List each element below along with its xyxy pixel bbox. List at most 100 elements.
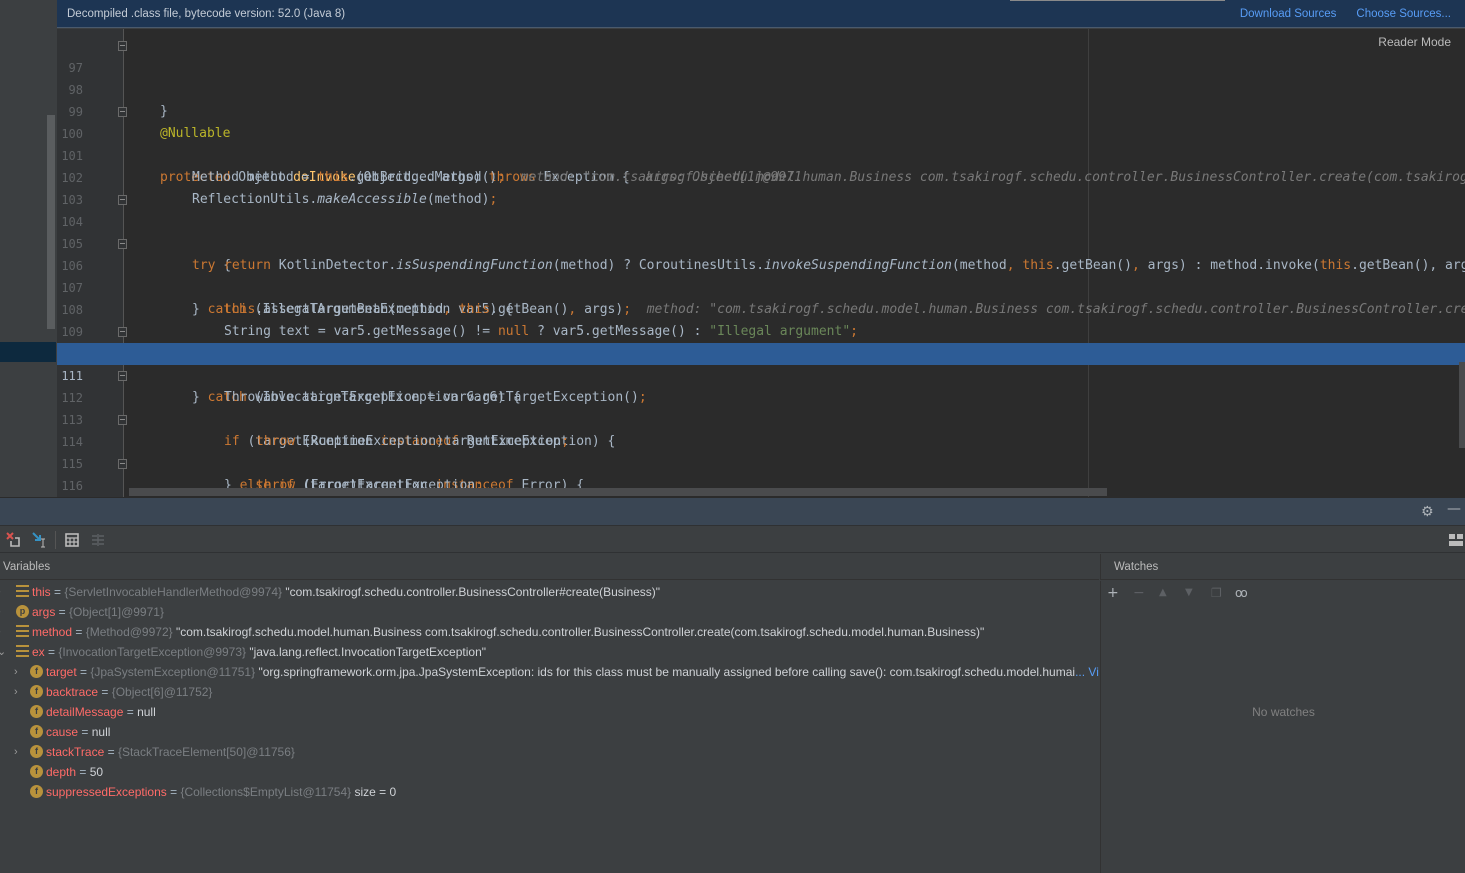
equals-sign: = bbox=[55, 605, 70, 619]
code-line: 98 bbox=[57, 57, 1465, 97]
variable-name: ex bbox=[32, 645, 45, 659]
equals-sign: = bbox=[44, 645, 59, 659]
left-side-strip bbox=[0, 0, 57, 497]
variable-value: "java.lang.reflect.InvocationTargetExcep… bbox=[249, 645, 487, 659]
equals-sign: = bbox=[76, 665, 91, 679]
variable-name: stackTrace bbox=[46, 745, 105, 759]
expand-arrow-icon[interactable]: › bbox=[0, 602, 1, 622]
variable-icon bbox=[16, 645, 29, 658]
code-line: 108 String text = var5.getMessage() != n… bbox=[57, 277, 1465, 339]
fold-end-icon[interactable] bbox=[118, 41, 127, 51]
code-line: 116 } else if (targetException instanceo… bbox=[57, 453, 1465, 493]
field-icon: f bbox=[30, 705, 43, 718]
decompiled-banner: Decompiled .class file, bytecode version… bbox=[57, 0, 1465, 28]
equals-sign: = bbox=[104, 745, 118, 759]
duplicate-watch-icon[interactable]: ❐ bbox=[1211, 584, 1222, 602]
collapse-arrow-icon[interactable]: ⌄ bbox=[0, 642, 6, 662]
code-line: 107 this.assertTargetBean(method, this.g… bbox=[57, 255, 1465, 317]
code-line: 109 throw new IllegalStateException(this… bbox=[57, 299, 1465, 361]
code-line: 105 return KotlinDetector.isSuspendingFu… bbox=[57, 211, 1465, 273]
current-execution-line: 111 Throwable targetException = var6.get… bbox=[57, 343, 1465, 405]
fold-end-icon[interactable] bbox=[118, 415, 127, 425]
field-icon: f bbox=[30, 725, 43, 738]
field-icon: f bbox=[30, 785, 43, 798]
variable-name: depth bbox=[46, 765, 77, 779]
variable-row[interactable]: › method = {Method@9972} "com.tsakirogf.s… bbox=[0, 622, 1099, 642]
variable-row[interactable]: › pargs = {Object[1]@9971} bbox=[0, 602, 1099, 622]
variable-type: {JpaSystemException@11751} bbox=[90, 665, 259, 679]
restore-layout-icon[interactable] bbox=[5, 531, 23, 549]
variable-type: {StackTraceElement[50]@11756} bbox=[117, 745, 295, 759]
fold-end-icon[interactable] bbox=[118, 459, 127, 469]
equals-sign: = bbox=[123, 705, 138, 719]
variable-row[interactable]: › f target = {JpaSystemException@11751} "o… bbox=[0, 662, 1099, 682]
execution-point-marker bbox=[0, 342, 56, 362]
variable-row[interactable]: ⌄ ex = {InvocationTargetException@9973} "… bbox=[0, 642, 1099, 662]
variable-row[interactable]: f depth = 50 bbox=[0, 762, 1099, 782]
expand-arrow-icon[interactable]: › bbox=[14, 742, 18, 762]
code-line: 110 } catch (InvocationTargetException v… bbox=[57, 321, 1465, 405]
glasses-icon[interactable]: oo bbox=[1235, 584, 1248, 602]
parameter-icon: p bbox=[16, 605, 29, 618]
variable-row[interactable]: › f backtrace = {Object[6]@11752} bbox=[0, 682, 1099, 702]
fold-start-icon[interactable] bbox=[118, 195, 127, 205]
horizontal-scrollbar[interactable] bbox=[129, 488, 1107, 496]
move-down-icon[interactable]: ▼ bbox=[1185, 584, 1193, 602]
variable-row[interactable]: f cause = null bbox=[0, 722, 1099, 742]
expand-arrow-icon[interactable]: › bbox=[0, 622, 1, 642]
variable-value: "com.tsakirogf.schedu.controller.Busines… bbox=[285, 585, 661, 599]
view-link[interactable]: ... View bbox=[1075, 665, 1099, 679]
top-scroll-indicator bbox=[1010, 0, 1225, 1]
variables-tree[interactable]: › this = {ServletInvocableHandlerMethod@9… bbox=[0, 581, 1099, 873]
expand-arrow-icon[interactable]: › bbox=[0, 582, 1, 602]
fold-end-icon[interactable] bbox=[118, 239, 127, 249]
code-line: 104 try { bbox=[57, 189, 1465, 273]
move-up-icon[interactable]: ▲ bbox=[1159, 584, 1167, 602]
equals-sign: = bbox=[78, 725, 92, 739]
variable-name: detailMessage bbox=[46, 705, 124, 719]
code-line: 113 throw (RuntimeException)targetExcept… bbox=[57, 387, 1465, 449]
toolbar-separator bbox=[55, 531, 56, 549]
gear-icon[interactable]: ⚙ bbox=[1421, 504, 1434, 520]
variable-type: {Collections$EmptyList@11754} bbox=[180, 785, 355, 799]
step-into-cursor-icon[interactable] bbox=[31, 531, 49, 549]
memory-view-icon[interactable] bbox=[89, 531, 107, 549]
variable-type: {ServletInvocableHandlerMethod@9974} bbox=[64, 585, 286, 599]
equals-sign: = bbox=[72, 625, 86, 639]
vertical-scrollbar[interactable] bbox=[1459, 362, 1465, 448]
variable-value: null bbox=[137, 705, 156, 719]
code-editor[interactable]: 97 } 98 99 @Nullable 100 protected Objec… bbox=[57, 29, 1465, 497]
field-icon: f bbox=[30, 685, 43, 698]
variable-row[interactable]: f suppressedExceptions = {Collections$Emp… bbox=[0, 782, 1099, 802]
add-watch-icon[interactable]: + bbox=[1107, 584, 1119, 602]
remove-watch-icon[interactable]: − bbox=[1133, 584, 1145, 602]
download-sources-link[interactable]: Download Sources bbox=[1240, 8, 1337, 20]
variable-type: {InvocationTargetException@9973} bbox=[58, 645, 250, 659]
variable-type: {Method@9972} bbox=[85, 625, 176, 639]
watches-title: Watches bbox=[1100, 554, 1465, 580]
variable-name: cause bbox=[46, 725, 79, 739]
variable-value: "org.springframework.orm.jpa.JpaSystemEx… bbox=[258, 665, 1076, 679]
variable-icon bbox=[16, 585, 29, 598]
watches-panel: No watches bbox=[1100, 605, 1465, 873]
code-line: 101 Method method = this.getBridgedMetho… bbox=[57, 123, 1465, 185]
variable-row[interactable]: › this = {ServletInvocableHandlerMethod@9… bbox=[0, 582, 1099, 602]
expand-arrow-icon[interactable]: › bbox=[14, 662, 18, 682]
reader-mode-button[interactable]: Reader Mode bbox=[1372, 33, 1451, 51]
fold-end-icon[interactable] bbox=[118, 327, 127, 337]
choose-sources-link[interactable]: Choose Sources... bbox=[1356, 8, 1451, 20]
layout-settings-icon[interactable] bbox=[1447, 531, 1465, 549]
evaluate-expression-icon[interactable] bbox=[63, 531, 81, 549]
variable-name: args bbox=[32, 605, 56, 619]
expand-arrow-icon[interactable]: › bbox=[14, 682, 18, 702]
variable-row[interactable]: f detailMessage = null bbox=[0, 702, 1099, 722]
variable-name: suppressedExceptions bbox=[46, 785, 167, 799]
fold-start-icon[interactable] bbox=[118, 371, 127, 381]
left-scrollbar-thumb[interactable] bbox=[47, 115, 55, 329]
fold-start-icon[interactable] bbox=[118, 107, 127, 117]
minimize-icon[interactable]: — bbox=[1447, 501, 1461, 517]
variable-row[interactable]: › f stackTrace = {StackTraceElement[50]@11… bbox=[0, 742, 1099, 762]
variable-name: method bbox=[32, 625, 73, 639]
code-line: 114 } else if (targetException instanceo… bbox=[57, 409, 1465, 493]
code-line: 99 @Nullable bbox=[57, 79, 1465, 141]
